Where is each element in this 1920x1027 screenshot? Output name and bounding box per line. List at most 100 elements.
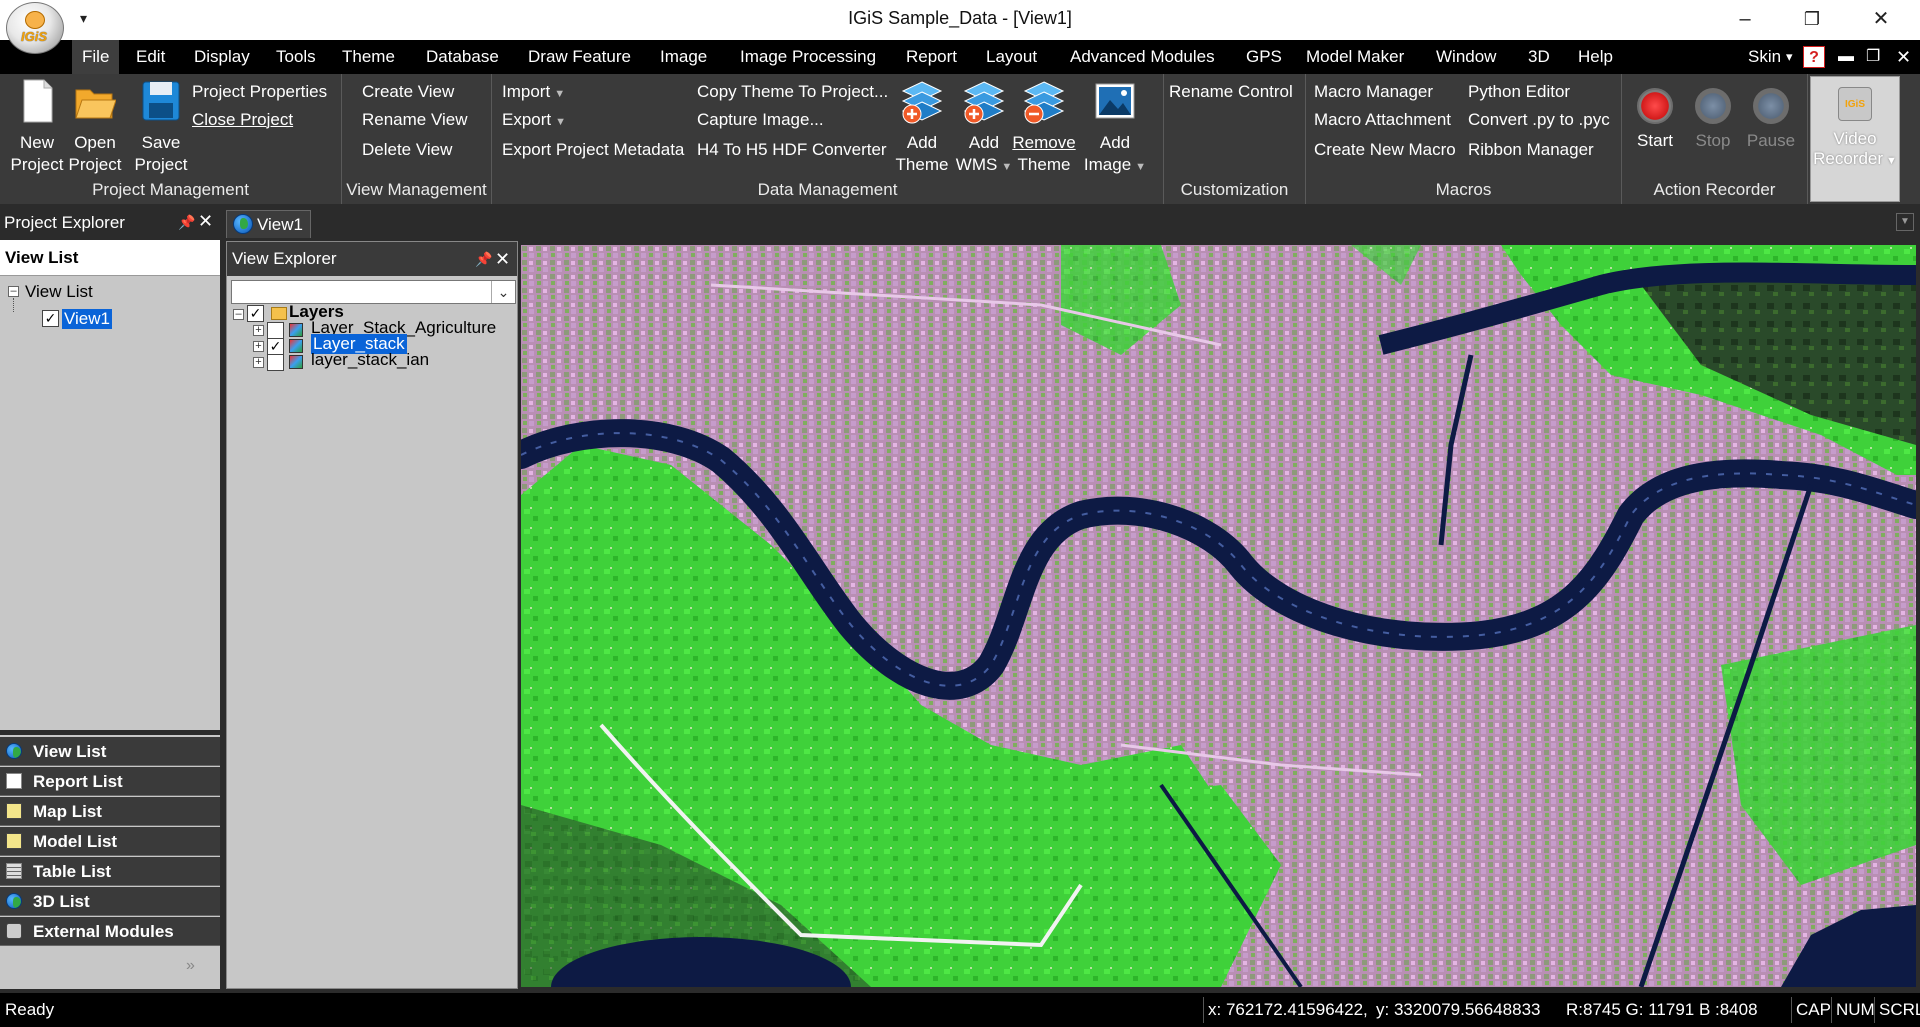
layer-checkbox[interactable] xyxy=(267,322,284,339)
map-list-button[interactable]: Map List xyxy=(0,797,220,826)
menu-edit[interactable]: Edit xyxy=(126,40,175,74)
close-icon[interactable]: ✕ xyxy=(495,242,510,276)
help-question-icon[interactable]: ? xyxy=(1803,46,1825,68)
menu-3d[interactable]: 3D xyxy=(1518,40,1560,74)
menu-image[interactable]: Image xyxy=(650,40,717,74)
layer-item[interactable]: layer_stack_ian xyxy=(311,350,429,370)
macros-caption: Macros xyxy=(1435,180,1492,199)
status-separator xyxy=(1791,997,1792,1023)
view-list-label: View List xyxy=(33,742,107,761)
menu-theme[interactable]: Theme xyxy=(332,40,405,74)
delete-view-button[interactable]: Delete View xyxy=(362,140,452,160)
status-ready: Ready xyxy=(5,1000,55,1019)
import-chevron-icon: ▼ xyxy=(554,88,566,100)
close-project-button[interactable]: Close Project xyxy=(192,110,293,130)
restore-button[interactable]: ❐ xyxy=(1797,6,1827,32)
collapse-icon[interactable]: – xyxy=(233,309,244,320)
menu-tools[interactable]: Tools xyxy=(266,40,326,74)
menu-help[interactable]: Help xyxy=(1568,40,1623,74)
minimize-button[interactable]: – xyxy=(1730,6,1760,32)
ribbon-group-action-recorder: Start Stop Pause Action Recorder xyxy=(1622,74,1808,204)
rename-view-button[interactable]: Rename View xyxy=(362,110,468,130)
mdi-minimize-icon[interactable]: ▬ xyxy=(1838,40,1854,74)
layer-checkbox[interactable] xyxy=(267,354,284,371)
export-project-metadata-button[interactable]: Export Project Metadata xyxy=(502,140,684,160)
menu-gps[interactable]: GPS xyxy=(1236,40,1292,74)
open-folder-icon xyxy=(75,89,117,119)
status-separator xyxy=(1831,997,1832,1023)
tree-root-view-list[interactable]: View List xyxy=(25,282,93,302)
export-dropdown[interactable]: Export ▼ xyxy=(502,110,566,130)
convert-py-button[interactable]: Convert .py to .pyc xyxy=(1468,110,1610,130)
layer-checkbox[interactable]: ✓ xyxy=(267,338,284,355)
menu-advanced-modules[interactable]: Advanced Modules xyxy=(1060,40,1225,74)
python-editor-button[interactable]: Python Editor xyxy=(1468,82,1570,102)
create-new-macro-button[interactable]: Create New Macro xyxy=(1314,140,1456,160)
add-wms-label-1: Add xyxy=(968,133,1000,152)
menu-layout[interactable]: Layout xyxy=(976,40,1047,74)
save-project-button[interactable]: Save Project xyxy=(130,78,192,176)
view1-checkbox[interactable]: ✓ xyxy=(42,310,59,327)
menu-window[interactable]: Window xyxy=(1426,40,1506,74)
tab-list-dropdown-icon[interactable]: ▼ xyxy=(1896,213,1914,231)
expand-icon[interactable]: + xyxy=(253,357,264,368)
menu-draw-feature[interactable]: Draw Feature xyxy=(518,40,641,74)
start-recording-button[interactable]: Start xyxy=(1626,78,1684,152)
skin-dropdown-icon[interactable]: ▾ xyxy=(1786,40,1793,74)
tab-view1[interactable]: View1 xyxy=(226,210,311,238)
rename-control-button[interactable]: Rename Control xyxy=(1169,82,1293,102)
remove-theme-button[interactable]: Remove Theme xyxy=(1012,78,1076,176)
3d-list-label: 3D List xyxy=(33,892,90,911)
external-modules-label: External Modules xyxy=(33,922,174,941)
menu-file[interactable]: File xyxy=(72,40,120,74)
tree-item-view1[interactable]: View1 xyxy=(62,309,112,329)
add-theme-button[interactable]: Add Theme xyxy=(894,78,950,176)
project-properties-button[interactable]: Project Properties xyxy=(192,82,327,102)
menu-model-maker[interactable]: Model Maker xyxy=(1296,40,1414,74)
capture-image-button[interactable]: Capture Image... xyxy=(697,110,824,130)
add-wms-button[interactable]: Add WMS ▼ xyxy=(952,78,1016,178)
mdi-close-icon[interactable]: ✕ xyxy=(1896,40,1911,74)
data-management-caption: Data Management xyxy=(757,180,898,199)
external-modules-button[interactable]: External Modules xyxy=(0,917,220,946)
new-project-button[interactable]: New Project xyxy=(6,78,68,176)
document-tab-strip: ▼ xyxy=(222,208,1920,238)
report-list-button[interactable]: Report List xyxy=(0,767,220,796)
pause-recording-button[interactable]: Pause xyxy=(1742,78,1800,152)
close-window-button[interactable]: ✕ xyxy=(1866,6,1896,32)
model-list-button[interactable]: Model List xyxy=(0,827,220,856)
layers-group-checkbox[interactable]: ✓ xyxy=(247,305,264,322)
expand-icon[interactable]: + xyxy=(253,341,264,352)
menu-database[interactable]: Database xyxy=(416,40,509,74)
view-explorer-combo[interactable]: ⌄ xyxy=(231,280,516,304)
menu-image-processing[interactable]: Image Processing xyxy=(730,40,886,74)
ribbon-manager-button[interactable]: Ribbon Manager xyxy=(1468,140,1594,160)
copy-theme-to-project-button[interactable]: Copy Theme To Project... xyxy=(697,82,888,102)
chevron-down-icon[interactable]: ⌄ xyxy=(491,281,515,303)
menu-display[interactable]: Display xyxy=(184,40,260,74)
table-list-button[interactable]: Table List xyxy=(0,857,220,886)
expand-icon[interactable]: + xyxy=(253,325,264,336)
view-list-button[interactable]: View List xyxy=(0,737,220,766)
mdi-restore-icon[interactable]: ❐ xyxy=(1866,40,1880,74)
video-recorder-button[interactable]: IGiS Video Recorder ▼ xyxy=(1810,76,1900,202)
pause-label: Pause xyxy=(1746,131,1796,150)
macro-manager-button[interactable]: Macro Manager xyxy=(1314,82,1433,102)
collapse-icon[interactable]: – xyxy=(8,286,19,297)
macro-attachment-button[interactable]: Macro Attachment xyxy=(1314,110,1451,130)
open-project-button[interactable]: Open Project xyxy=(64,78,126,176)
stop-recording-button[interactable]: Stop xyxy=(1684,78,1742,152)
pin-icon[interactable]: 📌 xyxy=(178,214,195,231)
import-dropdown[interactable]: Import ▼ xyxy=(502,82,565,102)
3d-list-button[interactable]: 3D List xyxy=(0,887,220,916)
skin-menu[interactable]: Skin xyxy=(1748,40,1781,74)
pin-icon[interactable]: 📌 xyxy=(475,242,492,276)
close-icon[interactable]: ✕ xyxy=(198,211,213,232)
menu-report[interactable]: Report xyxy=(896,40,967,74)
hdf-converter-button[interactable]: H4 To H5 HDF Converter xyxy=(697,140,887,160)
app-logo-button[interactable]: IGiS xyxy=(6,2,64,54)
create-view-button[interactable]: Create View xyxy=(362,82,454,102)
more-lists-icon[interactable]: » xyxy=(186,957,195,975)
map-canvas[interactable] xyxy=(521,245,1916,987)
add-image-button[interactable]: Add Image ▼ xyxy=(1080,78,1150,178)
